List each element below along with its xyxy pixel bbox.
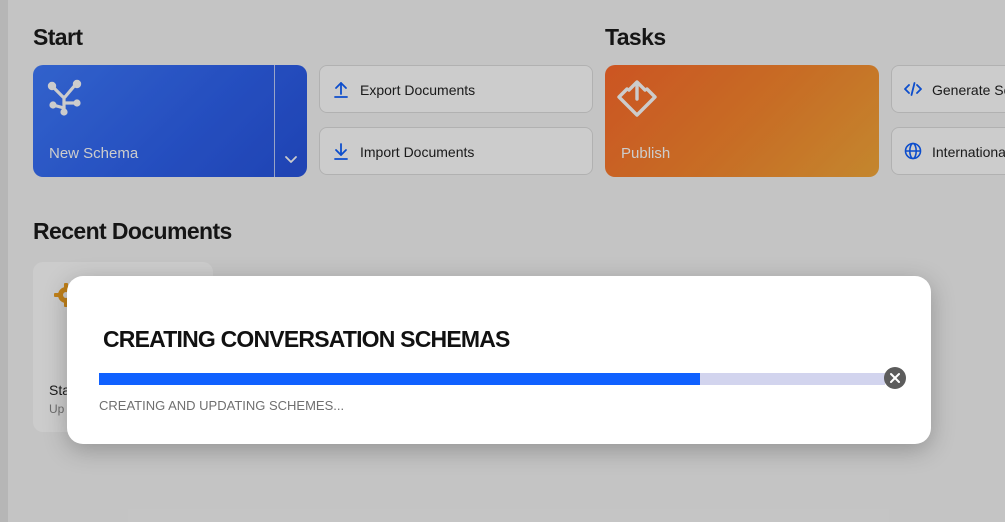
progress-dialog: CREATING CONVERSATION SCHEMAS CREATING A… <box>67 276 931 444</box>
close-icon <box>890 373 900 383</box>
dialog-title: CREATING CONVERSATION SCHEMAS <box>103 326 510 352</box>
close-button[interactable] <box>884 367 906 389</box>
dialog-status-text: CREATING AND UPDATING SCHEMES... <box>99 398 345 413</box>
progress-fill <box>99 373 701 385</box>
progress-track <box>99 373 885 385</box>
